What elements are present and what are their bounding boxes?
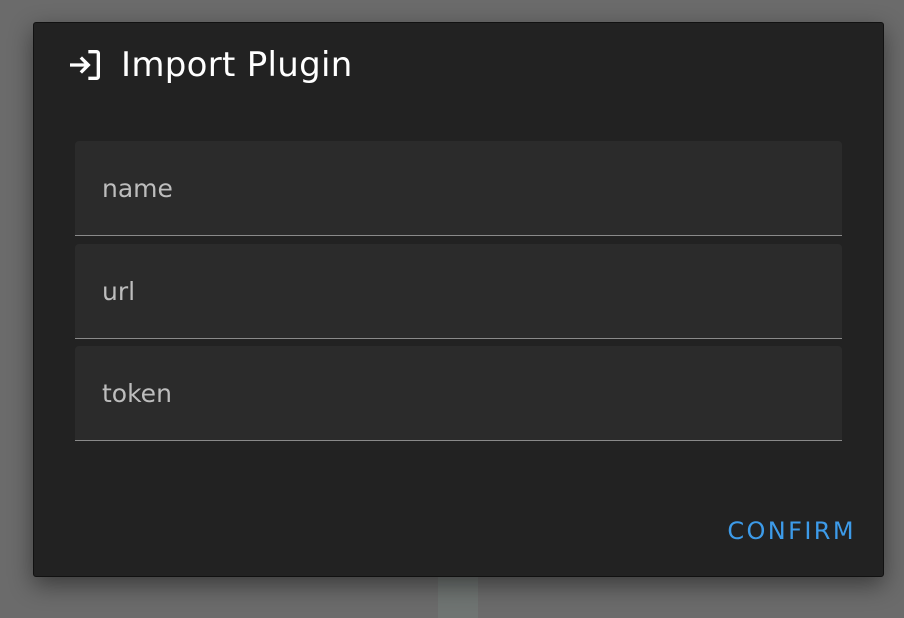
url-input[interactable] (102, 244, 822, 338)
dialog-header: Import Plugin (65, 45, 353, 85)
import-icon (65, 45, 105, 85)
dialog-title: Import Plugin (121, 45, 353, 85)
url-field[interactable] (75, 244, 842, 339)
name-input[interactable] (102, 141, 822, 235)
import-plugin-dialog: Import Plugin CONFIRM (33, 22, 884, 577)
token-input[interactable] (102, 346, 822, 440)
backdrop-background-element (438, 576, 478, 618)
confirm-button[interactable]: CONFIRM (727, 517, 856, 545)
token-field[interactable] (75, 346, 842, 441)
name-field[interactable] (75, 141, 842, 236)
